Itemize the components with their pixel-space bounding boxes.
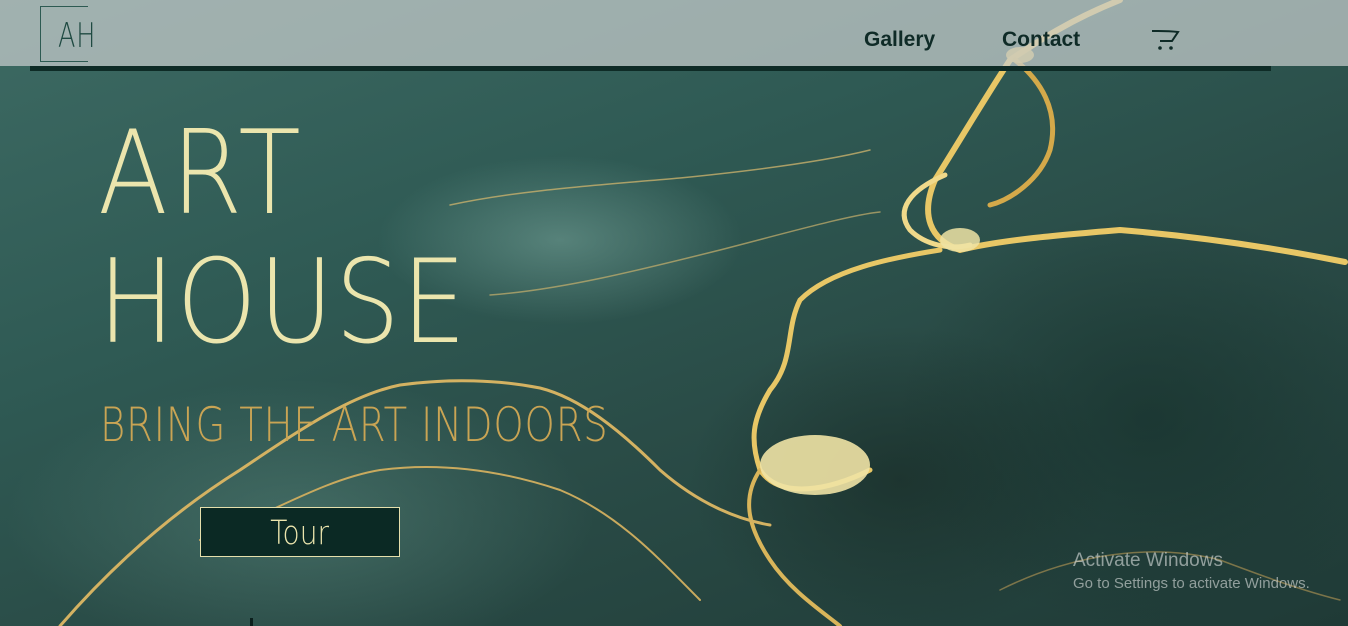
logo-text: AH (58, 16, 97, 56)
header-bar (0, 0, 1348, 66)
nav-link-gallery[interactable]: Gallery (864, 28, 935, 52)
nav-link-contact[interactable]: Contact (1002, 28, 1080, 52)
watermark-title: Activate Windows (1073, 550, 1223, 571)
tour-button-label: Tour (270, 512, 330, 552)
site-logo[interactable]: AH (40, 6, 100, 62)
hero-tagline: BRING THE ART INDOORS (100, 398, 609, 453)
header-divider (30, 66, 1271, 71)
text-cursor (250, 618, 253, 626)
hero-title-line2: HOUSE (98, 235, 468, 370)
activate-windows-watermark: Activate Windows Go to Settings to activ… (1073, 550, 1310, 592)
cart-icon[interactable] (1150, 27, 1182, 53)
hero-title-line1: ART (98, 106, 305, 241)
watermark-subtitle: Go to Settings to activate Windows. (1073, 575, 1310, 592)
tour-button[interactable]: Tour (200, 507, 400, 557)
